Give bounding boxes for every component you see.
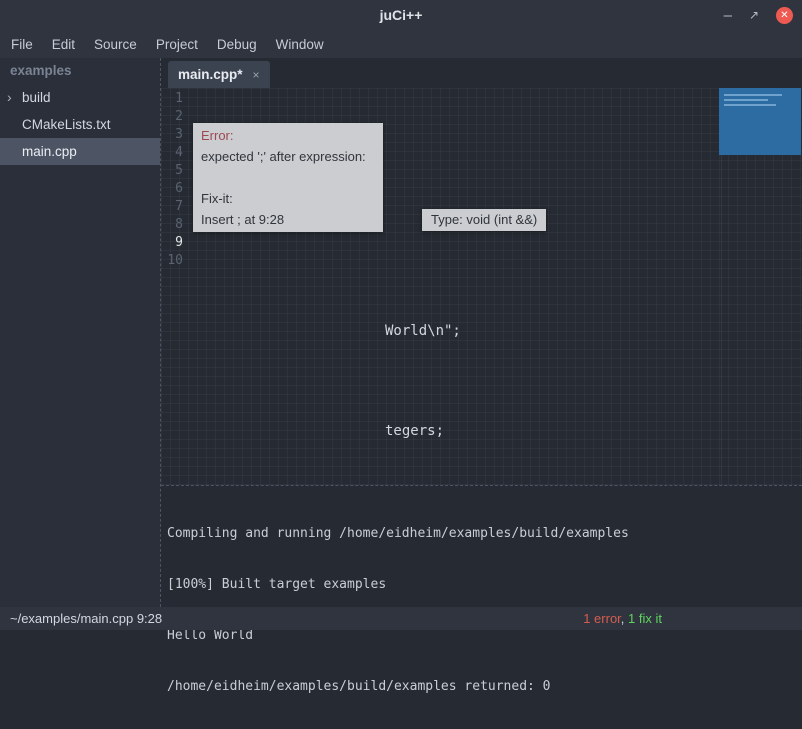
restore-icon[interactable]: ↗ — [749, 9, 759, 21]
menu-item-debug[interactable]: Debug — [217, 37, 257, 52]
sidebar: examples › build CMakeLists.txt main.cpp — [0, 58, 160, 607]
code-line[interactable]: World\n"; — [188, 322, 802, 340]
menu-item-edit[interactable]: Edit — [52, 37, 75, 52]
tree-item-label: build — [22, 90, 51, 105]
fixit-label: Fix-it: — [201, 188, 375, 209]
status-file-position: ~/examples/main.cpp 9:28 — [10, 611, 162, 626]
editor[interactable]: 1 2 3 4 5 6 7 8 9 10 #include <iostream>… — [161, 88, 802, 485]
code-fragment: tegers; — [385, 423, 444, 439]
editor-pane: main.cpp* × 1 2 3 4 5 6 7 8 9 10 #includ… — [160, 58, 802, 607]
overview-line — [724, 94, 782, 96]
code-line[interactable] — [188, 272, 802, 290]
line-number-current: 9 — [161, 234, 188, 252]
tab-label: main.cpp* — [178, 67, 243, 82]
line-number: 3 — [161, 126, 188, 144]
overview-line — [724, 104, 776, 106]
menu-item-window[interactable]: Window — [276, 37, 324, 52]
terminal-line: [100%] Built target examples — [167, 576, 796, 593]
close-icon[interactable]: ✕ — [776, 7, 793, 24]
tab-close-icon[interactable]: × — [253, 68, 260, 82]
menu-item-file[interactable]: File — [11, 37, 33, 52]
type-tooltip: Type: void (int &&) — [422, 209, 546, 231]
tree-item-label: main.cpp — [22, 144, 77, 159]
tree-item-maincpp[interactable]: main.cpp — [0, 138, 160, 165]
error-tooltip: Error: expected ';' after expression: Fi… — [193, 123, 383, 232]
error-tooltip-title: Error: — [201, 125, 375, 146]
status-fixit-count: 1 fix it — [628, 611, 662, 626]
window-title: juCi++ — [0, 0, 802, 30]
titlebar: juCi++ – ↗ ✕ — [0, 0, 802, 30]
menubar: File Edit Source Project Debug Window — [0, 30, 802, 58]
tree-item-label: CMakeLists.txt — [22, 117, 111, 132]
line-number: 1 — [161, 90, 188, 108]
terminal-line: Compiling and running /home/eidheim/exam… — [167, 525, 796, 542]
tab-maincpp[interactable]: main.cpp* × — [168, 61, 270, 88]
menu-item-project[interactable]: Project — [156, 37, 198, 52]
status-error-count: 1 error — [583, 611, 621, 626]
line-number: 10 — [161, 252, 188, 270]
output-terminal[interactable]: Compiling and running /home/eidheim/exam… — [161, 485, 802, 607]
tabbar: main.cpp* × — [161, 58, 802, 88]
project-header: examples — [0, 58, 160, 84]
chevron-right-icon: › — [7, 84, 12, 111]
overview-line — [724, 99, 768, 101]
error-tooltip-message: expected ';' after expression: — [201, 146, 375, 167]
code-line[interactable]: tegers; — [188, 422, 802, 440]
status-diagnostics: 1 error, 1 fix it — [583, 611, 662, 626]
tree-item-build[interactable]: › build — [0, 84, 160, 111]
line-number: 5 — [161, 162, 188, 180]
line-number: 4 — [161, 144, 188, 162]
window-controls: – ↗ ✕ — [724, 0, 793, 30]
line-number: 2 — [161, 108, 188, 126]
terminal-line: /home/eidheim/examples/build/examples re… — [167, 678, 796, 695]
line-number: 6 — [161, 180, 188, 198]
overview-map[interactable] — [719, 88, 801, 155]
gutter: 1 2 3 4 5 6 7 8 9 10 — [161, 90, 188, 270]
code-line[interactable] — [188, 372, 802, 390]
statusbar: ~/examples/main.cpp 9:28 1 error, 1 fix … — [0, 607, 802, 630]
fixit-text: Insert ; at 9:28 — [201, 209, 375, 230]
line-number: 7 — [161, 198, 188, 216]
code-line[interactable] — [188, 472, 802, 485]
menu-item-source[interactable]: Source — [94, 37, 137, 52]
string-fragment: World\n"; — [385, 323, 461, 339]
minimize-icon[interactable]: – — [724, 8, 732, 23]
tree-item-cmakelists[interactable]: CMakeLists.txt — [0, 111, 160, 138]
status-separator: , — [621, 611, 628, 626]
line-number: 8 — [161, 216, 188, 234]
type-tooltip-text: Type: void (int &&) — [431, 212, 537, 227]
